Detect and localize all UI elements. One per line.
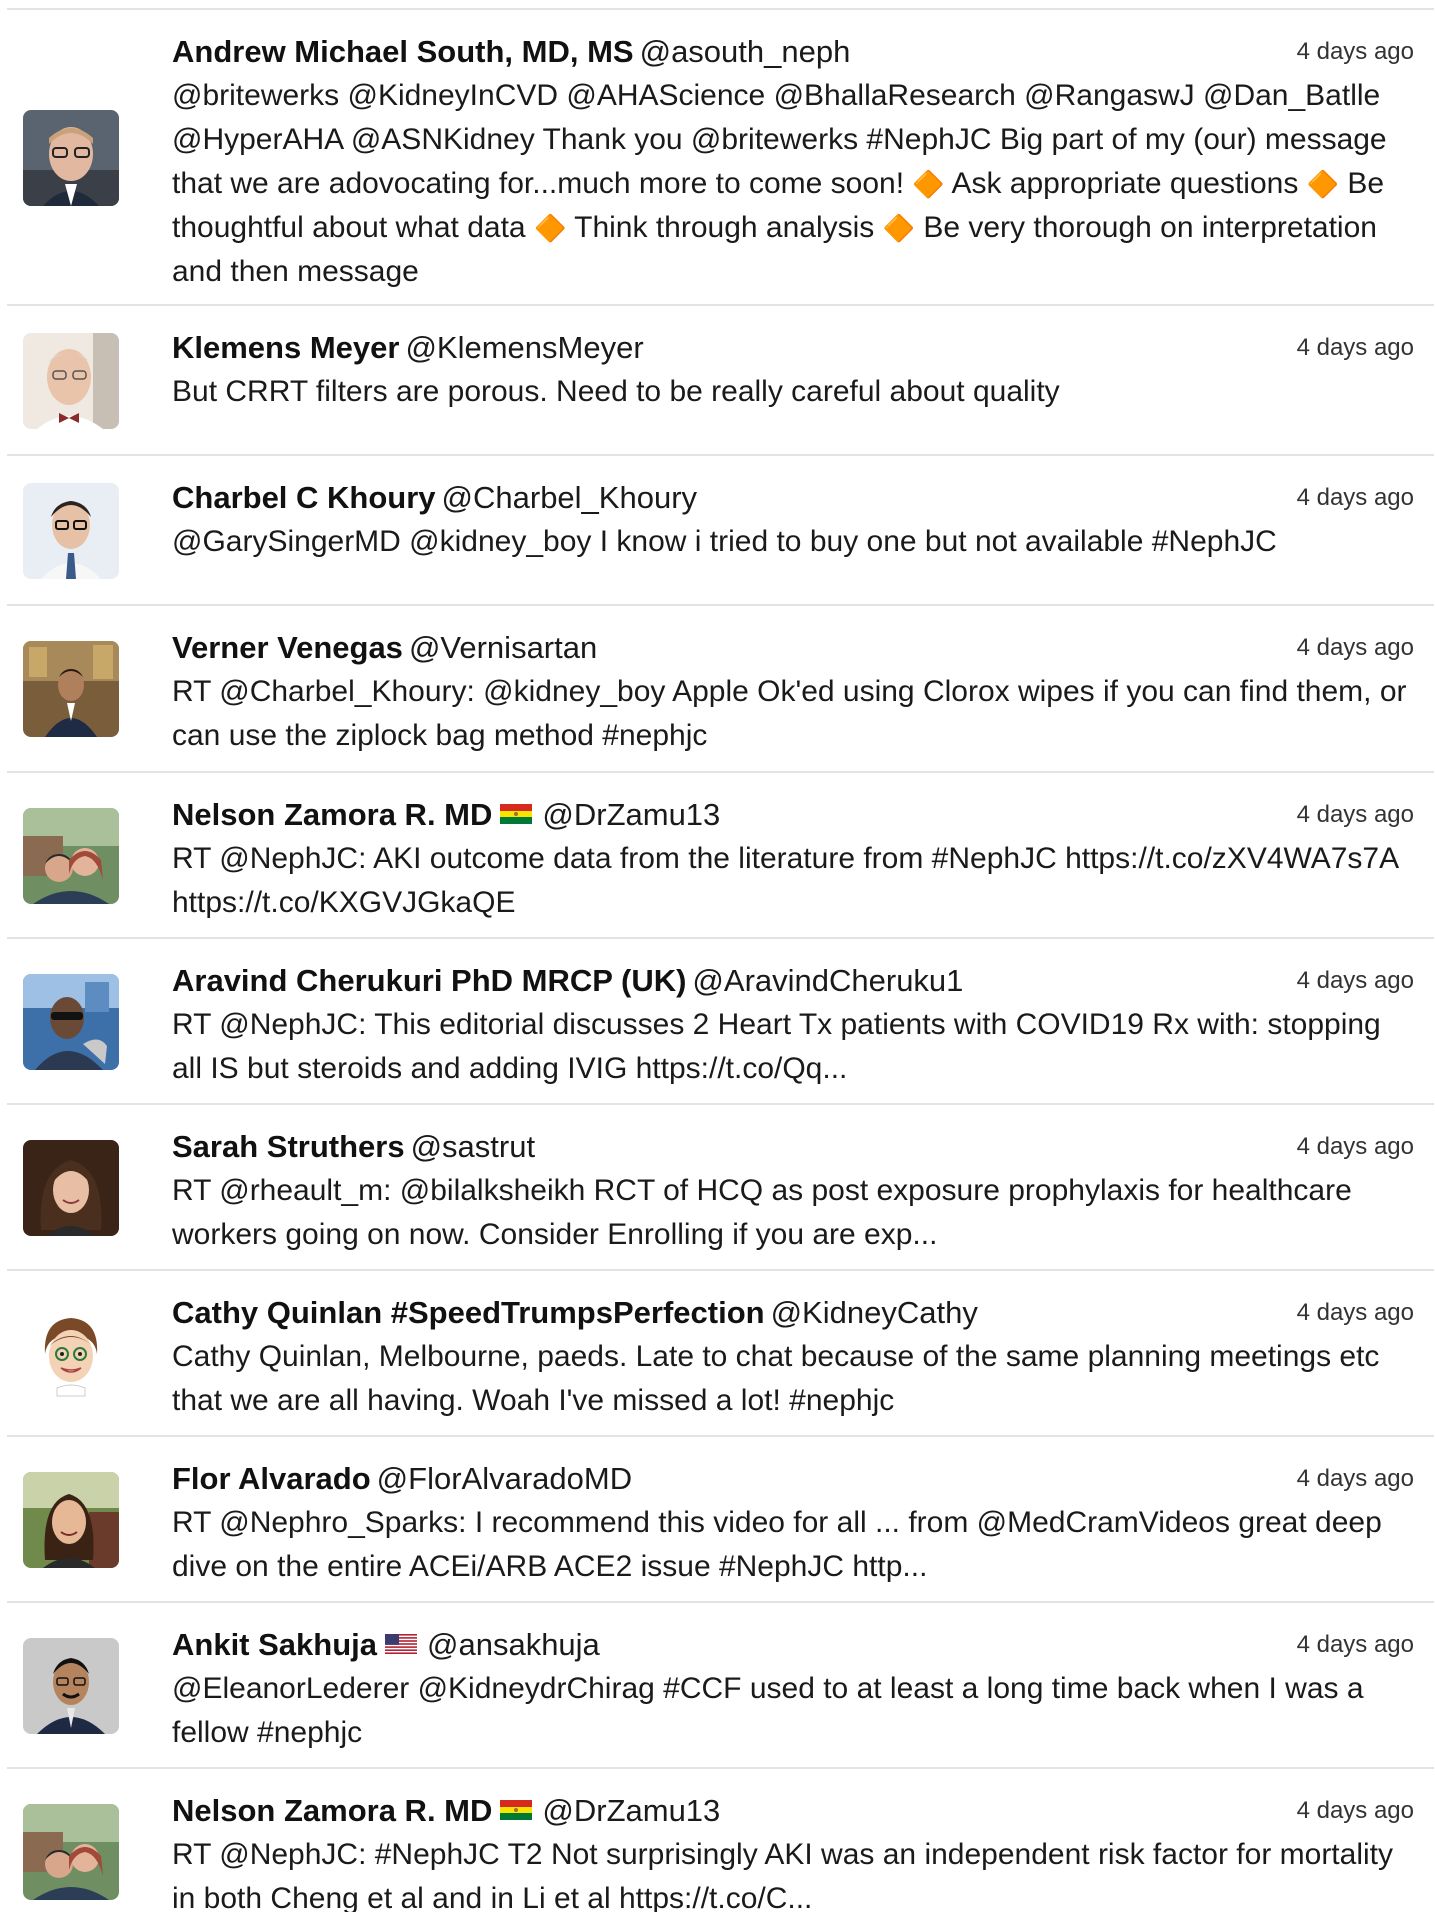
author-name[interactable]: Verner Venegas <box>172 630 403 665</box>
tweet-header: Andrew Michael South, MD, MS @asouth_neph <box>172 30 1416 74</box>
man-portrait-avatar[interactable] <box>23 1638 119 1734</box>
tweet-item[interactable]: Ankit Sakhuja @ansakhuja 4 days ago @Eleano… <box>7 1603 1434 1769</box>
author-handle[interactable]: @KlemensMeyer <box>405 330 643 365</box>
author-handle[interactable]: @FlorAlvaradoMD <box>377 1461 632 1496</box>
couple-selfie-avatar[interactable] <box>23 808 119 904</box>
tweet-timestamp[interactable]: 4 days ago <box>1297 1795 1414 1827</box>
author-handle[interactable]: @KidneyCathy <box>771 1295 978 1330</box>
tweet-content: Cathy Quinlan #SpeedTrumpsPerfection @Kid… <box>172 1291 1416 1423</box>
tweet-item[interactable]: Aravind Cherukuri PhD MRCP (UK) @AravindC… <box>7 939 1434 1105</box>
orange-diamond-icon: 🔶 <box>533 213 567 243</box>
tweet-timestamp[interactable]: 4 days ago <box>1297 36 1414 68</box>
tweet-content: Charbel C Khoury @Charbel_Khoury 4 days ag… <box>172 476 1416 564</box>
author-handle[interactable]: @DrZamu13 <box>542 1793 720 1828</box>
author-name[interactable]: Andrew Michael South, MD, MS <box>172 34 634 69</box>
couple-selfie-avatar[interactable] <box>23 1804 119 1900</box>
author-name[interactable]: Aravind Cherukuri PhD MRCP (UK) <box>172 963 686 998</box>
author-name[interactable]: Nelson Zamora R. MD <box>172 797 492 832</box>
tweet-header: Sarah Struthers @sastrut <box>172 1125 1416 1169</box>
author-handle[interactable]: @Vernisartan <box>409 630 597 665</box>
tweet-header: Klemens Meyer @KlemensMeyer <box>172 326 1416 370</box>
usa-flag-icon <box>385 1633 417 1654</box>
author-name[interactable]: Charbel C Khoury <box>172 480 436 515</box>
woman-outdoors-avatar[interactable] <box>23 1472 119 1568</box>
tweet-timestamp[interactable]: 4 days ago <box>1297 1297 1414 1329</box>
tweet-header: Charbel C Khoury @Charbel_Khoury <box>172 476 1416 520</box>
tweet-header: Nelson Zamora R. MD @DrZamu13 <box>172 793 1416 837</box>
bolivia-flag-icon <box>500 1799 533 1820</box>
tweet-timestamp[interactable]: 4 days ago <box>1297 799 1414 831</box>
tweet-header: Nelson Zamora R. MD @DrZamu13 <box>172 1789 1416 1833</box>
tweet-text-segment: Ask appropriate questions <box>944 167 1307 200</box>
tweet-item[interactable]: Flor Alvarado @FlorAlvaradoMD 4 days ago RT… <box>7 1437 1434 1603</box>
man-bowtie-avatar[interactable] <box>23 333 119 429</box>
tweet-text: @GarySingerMD @kidney_boy I know i tried… <box>172 525 1277 558</box>
tweet-text: @britewerks @KidneyInCVD @AHAScience @Bh… <box>172 74 1416 294</box>
tweet-timestamp[interactable]: 4 days ago <box>1297 1463 1414 1495</box>
cartoon-woman-avatar[interactable] <box>23 1306 119 1402</box>
tweet-content: Nelson Zamora R. MD @DrZamu13 4 days ago RT… <box>172 1789 1416 1912</box>
tweet-header: Ankit Sakhuja @ansakhuja <box>172 1623 1416 1667</box>
author-name[interactable]: Ankit Sakhuja <box>172 1627 377 1662</box>
tweet-header: Flor Alvarado @FlorAlvaradoMD <box>172 1457 1416 1501</box>
tweet-content: Nelson Zamora R. MD @DrZamu13 4 days ago RT… <box>172 793 1416 925</box>
tweet-text: @EleanorLederer @KidneydrChirag #CCF use… <box>172 1672 1364 1749</box>
man-glasses-avatar[interactable] <box>23 110 119 206</box>
orange-diamond-icon: 🔶 <box>882 213 915 243</box>
man-glasses-tie-avatar[interactable] <box>23 483 119 579</box>
tweet-item[interactable]: Andrew Michael South, MD, MS @asouth_neph… <box>7 10 1434 306</box>
tweet-text: RT @NephJC: #NephJC T2 Not surprisingly … <box>172 1838 1393 1912</box>
author-name[interactable]: Klemens Meyer <box>172 330 399 365</box>
author-handle[interactable]: @sastrut <box>411 1129 536 1164</box>
orange-diamond-icon: 🔶 <box>912 169 945 199</box>
tweet-text: Cathy Quinlan, Melbourne, paeds. Late to… <box>172 1340 1380 1417</box>
author-handle[interactable]: @DrZamu13 <box>542 797 720 832</box>
tweet-timestamp[interactable]: 4 days ago <box>1297 1629 1414 1661</box>
author-name[interactable]: Cathy Quinlan #SpeedTrumpsPerfection <box>172 1295 765 1330</box>
tweet-item[interactable]: Charbel C Khoury @Charbel_Khoury 4 days ag… <box>7 456 1434 606</box>
tweet-content: Aravind Cherukuri PhD MRCP (UK) @AravindC… <box>172 959 1416 1091</box>
tweet-header: Verner Venegas @Vernisartan <box>172 626 1416 670</box>
author-handle[interactable]: @ansakhuja <box>427 1627 600 1662</box>
tweet-timestamp[interactable]: 4 days ago <box>1297 1131 1414 1163</box>
author-handle[interactable]: @Charbel_Khoury <box>442 480 698 515</box>
man-sunglasses-avatar[interactable] <box>23 974 119 1070</box>
tweet-timestamp[interactable]: 4 days ago <box>1297 632 1414 664</box>
author-name[interactable]: Nelson Zamora R. MD <box>172 1793 492 1828</box>
tweet-text: But CRRT filters are porous. Need to be … <box>172 375 1060 408</box>
tweet-item[interactable]: Cathy Quinlan #SpeedTrumpsPerfection @Kid… <box>7 1271 1434 1437</box>
tweet-text: RT @Charbel_Khoury: @kidney_boy Apple Ok… <box>172 675 1407 752</box>
tweet-header: Cathy Quinlan #SpeedTrumpsPerfection @Kid… <box>172 1291 1416 1335</box>
tweet-content: Flor Alvarado @FlorAlvaradoMD 4 days ago RT… <box>172 1457 1416 1589</box>
tweet-item[interactable]: Nelson Zamora R. MD @DrZamu13 4 days ago RT… <box>7 773 1434 939</box>
tweet-timestamp[interactable]: 4 days ago <box>1297 965 1414 997</box>
tweet-content: Sarah Struthers @sastrut 4 days ago RT @rhe… <box>172 1125 1416 1257</box>
tweet-item[interactable]: Verner Venegas @Vernisartan 4 days ago RT @… <box>7 606 1434 773</box>
tweet-text: RT @rheault_m: @bilalksheikh RCT of HCQ … <box>172 1174 1352 1251</box>
tweet-header: Aravind Cherukuri PhD MRCP (UK) @AravindC… <box>172 959 1416 1003</box>
tweet-item[interactable]: Klemens Meyer @KlemensMeyer 4 days ago But … <box>7 306 1434 456</box>
author-handle[interactable]: @AravindCheruku1 <box>692 963 963 998</box>
tweet-timestamp[interactable]: 4 days ago <box>1297 482 1414 514</box>
tweet-item[interactable]: Nelson Zamora R. MD @DrZamu13 4 days ago RT… <box>7 1769 1434 1912</box>
orange-diamond-icon: 🔶 <box>1306 169 1340 199</box>
tweet-feed: Andrew Michael South, MD, MS @asouth_neph… <box>0 0 1435 1912</box>
tweet-text: RT @Nephro_Sparks: I recommend this vide… <box>172 1506 1382 1583</box>
author-name[interactable]: Sarah Struthers <box>172 1129 405 1164</box>
tweet-text: RT @NephJC: This editorial discusses 2 H… <box>172 1008 1381 1085</box>
man-suit-avatar[interactable] <box>23 641 119 737</box>
tweet-content: Ankit Sakhuja @ansakhuja 4 days ago @Eleano… <box>172 1623 1416 1755</box>
tweet-content: Andrew Michael South, MD, MS @asouth_neph… <box>172 30 1416 294</box>
author-name[interactable]: Flor Alvarado <box>172 1461 371 1496</box>
tweet-item[interactable]: Sarah Struthers @sastrut 4 days ago RT @rhe… <box>7 1105 1434 1271</box>
bolivia-flag-icon <box>500 803 533 824</box>
tweet-text-segment: Think through analysis <box>566 211 883 244</box>
author-handle[interactable]: @asouth_neph <box>640 34 851 69</box>
tweet-content: Verner Venegas @Vernisartan 4 days ago RT @… <box>172 626 1416 758</box>
tweet-text: RT @NephJC: AKI outcome data from the li… <box>172 842 1398 919</box>
tweet-content: Klemens Meyer @KlemensMeyer 4 days ago But … <box>172 326 1416 414</box>
woman-smiling-avatar[interactable] <box>23 1140 119 1236</box>
tweet-timestamp[interactable]: 4 days ago <box>1297 332 1414 364</box>
